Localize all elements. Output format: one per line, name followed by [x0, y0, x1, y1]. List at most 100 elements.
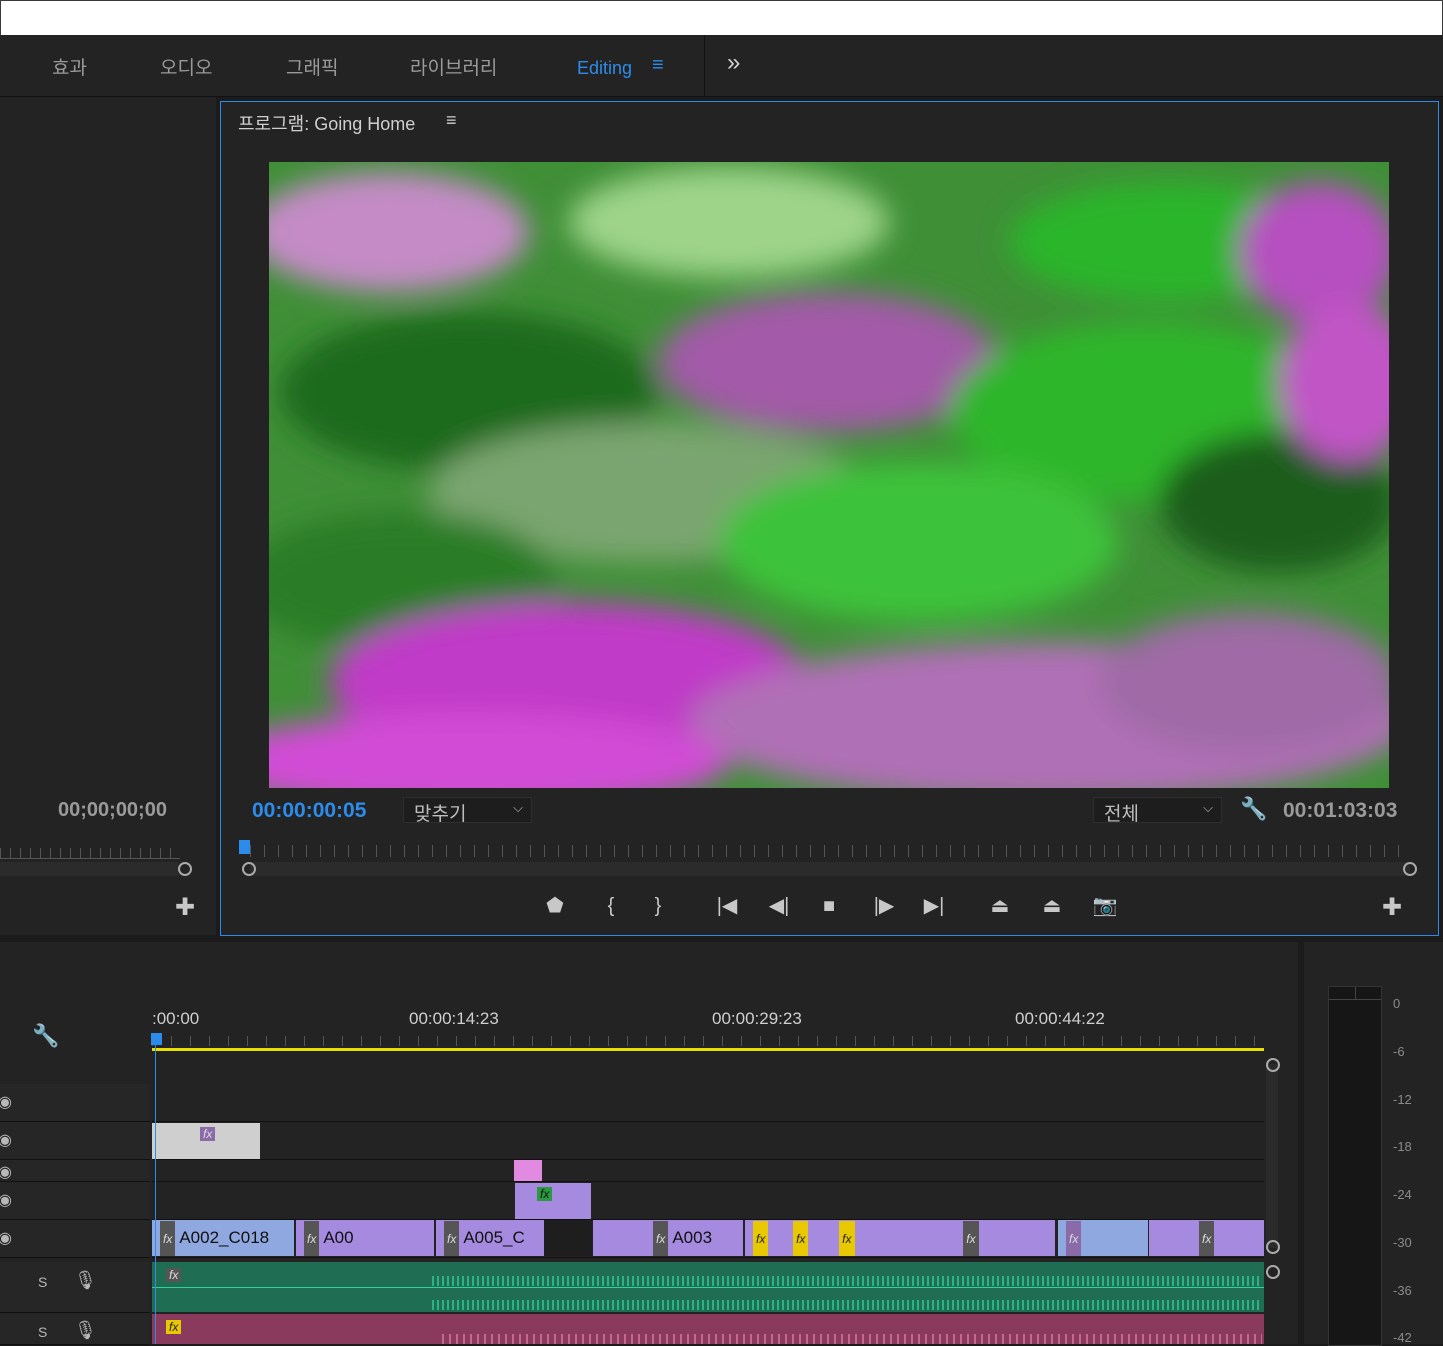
eye-icon[interactable]: ◉	[0, 1228, 12, 1248]
eye-icon[interactable]: ◉	[0, 1190, 12, 1210]
track-header-a1[interactable]: S 🎙	[0, 1262, 150, 1313]
source-add-button-icon[interactable]: ✚	[175, 896, 195, 920]
add-marker-icon[interactable]: ⬟	[544, 896, 566, 916]
video-frame-image	[269, 162, 1389, 788]
program-zoom-handle-left[interactable]	[242, 862, 256, 876]
lift-icon[interactable]: ⏏	[985, 896, 1015, 916]
work-area-bar[interactable]	[152, 1048, 1264, 1051]
scroll-handle-top[interactable]	[1266, 1058, 1280, 1072]
microphone-icon[interactable]: 🎙	[74, 1320, 97, 1341]
source-zoom-bar[interactable]	[0, 862, 178, 876]
solo-toggle[interactable]: S	[38, 1274, 47, 1290]
clip-name: A00	[323, 1228, 354, 1247]
track-header-v5[interactable]: ◉	[0, 1084, 150, 1122]
source-zoom-handle[interactable]	[178, 862, 192, 876]
fx-badge: fx	[537, 1186, 553, 1201]
fx-badge: fx	[304, 1220, 320, 1256]
program-duration-timecode: 00:01:03:03	[1283, 799, 1398, 822]
step-forward-icon[interactable]: |▶	[870, 896, 898, 916]
microphone-icon[interactable]: 🎙	[74, 1270, 97, 1291]
clip-v1-run[interactable]: fx fx fx fx	[745, 1220, 1055, 1256]
program-add-button-icon[interactable]: ✚	[1382, 896, 1402, 920]
timeline-playhead-head[interactable]	[151, 1033, 162, 1045]
program-zoom-handle-right[interactable]	[1403, 862, 1417, 876]
workspace-tab-bar: 효과 오디오 그래픽 라이브러리 Editing ≡ »	[0, 35, 1443, 97]
fx-badge: fx	[1066, 1220, 1082, 1256]
track-header-v3[interactable]: ◉	[0, 1160, 150, 1182]
graphics-clip[interactable]: fx	[152, 1123, 260, 1159]
track-header-a2[interactable]: S 🎙	[0, 1314, 150, 1345]
zoom-level-value: 맞추기	[414, 804, 467, 825]
export-frame-camera-icon[interactable]: 📷	[1092, 896, 1118, 916]
mark-out-icon[interactable]: }	[647, 896, 669, 916]
chevron-down-icon: ⌵	[513, 800, 523, 815]
track-header-v4[interactable]: ◉	[0, 1122, 150, 1160]
zoom-level-dropdown[interactable]: 맞추기 ⌵	[403, 797, 532, 825]
meter-label: -6	[1393, 1044, 1405, 1059]
timeline-video-scrollbar[interactable]	[1266, 1064, 1278, 1248]
eye-icon[interactable]: ◉	[0, 1092, 12, 1112]
window-title-bar	[0, 0, 1443, 36]
program-current-timecode[interactable]: 00:00:00:05	[252, 799, 366, 823]
extract-icon[interactable]: ⏏	[1037, 896, 1067, 916]
program-playhead[interactable]	[239, 840, 250, 854]
audio-scroll-handle[interactable]	[1266, 1265, 1280, 1279]
program-time-ruler[interactable]	[250, 845, 1410, 857]
tab-libraries[interactable]: 라이브러리	[410, 53, 497, 80]
scroll-handle-bottom[interactable]	[1266, 1240, 1280, 1254]
resolution-dropdown[interactable]: 전체 ⌵	[1093, 797, 1222, 825]
clip-a003[interactable]: fx A003	[593, 1220, 743, 1256]
stop-icon[interactable]: ■	[818, 896, 840, 916]
tab-graphics[interactable]: 그래픽	[286, 53, 338, 80]
track-header-v1[interactable]: ◉	[0, 1220, 150, 1258]
go-to-out-icon[interactable]: ▶|	[920, 896, 948, 916]
eye-icon[interactable]: ◉	[0, 1130, 12, 1150]
track-v3	[152, 1160, 1264, 1182]
timeline-ruler[interactable]	[152, 1036, 1264, 1046]
adjustment-clip[interactable]	[514, 1160, 542, 1181]
track-v4	[152, 1122, 1264, 1160]
fx-badge: fx	[963, 1220, 979, 1256]
tab-effects[interactable]: 효과	[52, 53, 87, 80]
tab-audio[interactable]: 오디오	[160, 53, 212, 80]
fx-badge: fx	[753, 1220, 769, 1256]
track-v5	[152, 1084, 1264, 1122]
track-header-v2[interactable]: ◉	[0, 1182, 150, 1220]
fx-badge: fx	[160, 1220, 176, 1256]
track-v2	[152, 1182, 1264, 1220]
tab-menu-icon[interactable]: ≡	[652, 54, 664, 77]
audio-waveform	[442, 1334, 1262, 1344]
ruler-time-1: 00:00:14:23	[409, 1009, 499, 1028]
program-menu-icon[interactable]: ≡	[446, 110, 457, 131]
ruler-time-0: :00:00	[152, 1009, 200, 1028]
clip-a002-c018[interactable]: fx A002_C018	[152, 1220, 294, 1256]
timeline-playhead-line[interactable]	[155, 1044, 156, 1344]
clip-v1-blue[interactable]: fx	[1058, 1220, 1148, 1256]
timeline-wrench-icon[interactable]: 🔧	[32, 1025, 59, 1047]
meter-label: -30	[1393, 1235, 1412, 1250]
go-to-in-icon[interactable]: |◀	[713, 896, 741, 916]
tab-editing[interactable]: Editing	[577, 58, 632, 79]
clip-name: A002_C018	[179, 1228, 270, 1247]
clip-v1-end[interactable]: fx	[1149, 1220, 1264, 1256]
fx-badge: fx	[444, 1220, 460, 1256]
mark-in-icon[interactable]: {	[600, 896, 622, 916]
eye-icon[interactable]: ◉	[0, 1162, 12, 1182]
step-back-icon[interactable]: ◀|	[765, 896, 793, 916]
solo-toggle[interactable]: S	[38, 1324, 47, 1340]
tab-divider	[704, 35, 705, 96]
clip-a005[interactable]: fx A005_C	[436, 1220, 544, 1256]
timeline-gap[interactable]	[544, 1220, 592, 1256]
audio-clip-a2[interactable]: fx	[152, 1314, 1264, 1344]
meter-channel-divider	[1355, 987, 1356, 999]
v2-clip[interactable]: fx	[515, 1183, 591, 1219]
audio-clip-a1[interactable]: fx	[152, 1262, 1264, 1312]
meter-label: -42	[1393, 1330, 1412, 1345]
program-zoom-bar[interactable]	[250, 862, 1410, 876]
meter-label: -12	[1393, 1092, 1412, 1107]
overflow-chevron-icon[interactable]: »	[727, 49, 740, 77]
wrench-settings-icon[interactable]: 🔧	[1240, 798, 1267, 820]
clip-a00[interactable]: fx A00	[296, 1220, 434, 1256]
program-monitor-title[interactable]: 프로그램: Going Home	[238, 110, 415, 136]
meter-label: -18	[1393, 1139, 1412, 1154]
